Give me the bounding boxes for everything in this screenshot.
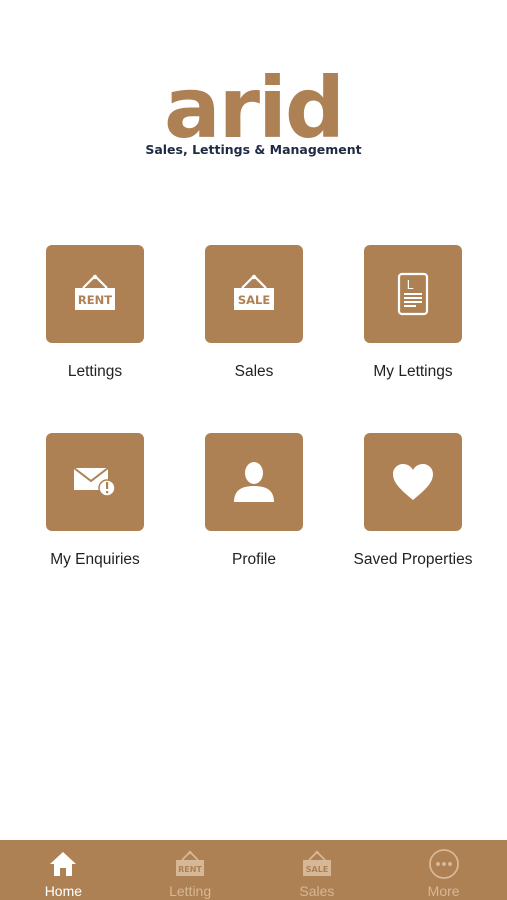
rent-sign-icon: RENT bbox=[174, 849, 206, 879]
tile-saved-properties[interactable]: Saved Properties bbox=[333, 433, 493, 569]
tile-label-my-lettings: My Lettings bbox=[373, 363, 453, 380]
sale-sign-icon: SALE bbox=[234, 274, 274, 310]
my-enquiries-button[interactable] bbox=[46, 433, 144, 531]
tile-label-my-enquiries: My Enquiries bbox=[50, 551, 140, 568]
tile-profile[interactable]: Profile bbox=[174, 433, 334, 569]
app-logo: arid Sales, Lettings & Management bbox=[0, 59, 507, 157]
person-icon bbox=[234, 462, 274, 502]
tile-my-lettings[interactable]: L My Lettings bbox=[333, 245, 493, 381]
home-screen: arid Sales, Lettings & Management RENT L… bbox=[0, 0, 507, 900]
nav-home[interactable]: Home bbox=[0, 840, 127, 900]
nav-letting[interactable]: RENT Letting bbox=[127, 840, 254, 900]
nav-label-letting: Letting bbox=[169, 883, 212, 899]
sales-button[interactable]: SALE bbox=[205, 245, 303, 343]
envelope-alert-icon bbox=[73, 467, 116, 497]
svg-text:SALE: SALE bbox=[306, 865, 329, 874]
heart-icon bbox=[393, 464, 433, 500]
tile-sales[interactable]: SALE Sales bbox=[174, 245, 334, 381]
profile-button[interactable] bbox=[205, 433, 303, 531]
rent-sign-icon: RENT bbox=[75, 274, 115, 310]
lettings-button[interactable]: RENT bbox=[46, 245, 144, 343]
tile-my-enquiries[interactable]: My Enquiries bbox=[15, 433, 175, 569]
tile-label-lettings: Lettings bbox=[67, 363, 123, 380]
document-l-icon: L bbox=[397, 272, 429, 316]
nav-label-home: Home bbox=[44, 883, 83, 899]
nav-sales[interactable]: SALE Sales bbox=[254, 840, 381, 900]
logo-tagline: Sales, Lettings & Management bbox=[145, 142, 362, 157]
logo-wordmark: arid bbox=[163, 59, 345, 157]
svg-text:SALE: SALE bbox=[238, 293, 271, 307]
sale-sign-icon: SALE bbox=[301, 849, 333, 879]
saved-properties-button[interactable] bbox=[364, 433, 462, 531]
tile-label-sales: Sales bbox=[234, 363, 274, 380]
more-dots-icon bbox=[428, 849, 460, 879]
tile-label-profile: Profile bbox=[232, 551, 276, 568]
nav-more[interactable]: More bbox=[380, 840, 507, 900]
home-icon bbox=[48, 849, 78, 879]
my-lettings-button[interactable]: L bbox=[364, 245, 462, 343]
nav-label-more: More bbox=[427, 883, 460, 899]
svg-text:RENT: RENT bbox=[178, 865, 202, 874]
tile-label-saved-properties: Saved Properties bbox=[353, 551, 473, 568]
svg-text:RENT: RENT bbox=[78, 293, 112, 307]
nav-label-sales: Sales bbox=[299, 883, 335, 899]
tile-lettings[interactable]: RENT Lettings bbox=[15, 245, 175, 381]
svg-text:L: L bbox=[407, 278, 414, 292]
bottom-navigation: Home RENT Letting SALE Sales More bbox=[0, 840, 507, 900]
